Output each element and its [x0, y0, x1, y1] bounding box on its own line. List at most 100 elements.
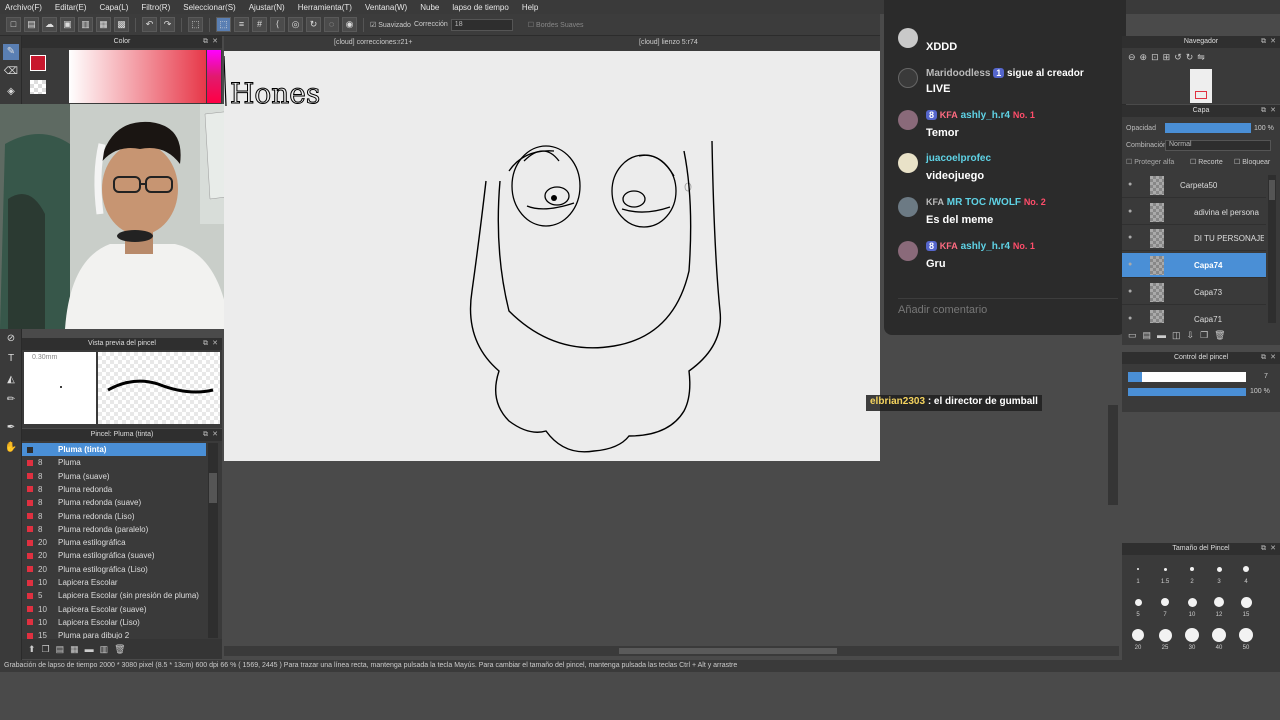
expand-icon[interactable]: ⧉ — [203, 338, 208, 350]
ruler-icon[interactable]: ≡ — [234, 17, 249, 32]
opacity-slider[interactable] — [1165, 123, 1251, 133]
layer-folder[interactable]: ● Carpeta50 — [1122, 173, 1266, 198]
open-file-icon[interactable]: ▤ — [24, 17, 39, 32]
chat-username[interactable]: ashly_h.r4 — [961, 241, 1010, 252]
brush-size-slider[interactable] — [1128, 372, 1246, 382]
visibility-icon[interactable]: ● — [1128, 261, 1132, 268]
folder-icon[interactable]: ▬ — [85, 644, 94, 654]
copy-brush-icon[interactable]: ❐ — [42, 644, 50, 655]
brush-list-item[interactable]: 8 Pluma (suave) — [22, 470, 206, 483]
scrollbar-thumb[interactable] — [209, 473, 217, 503]
brush-list-item[interactable]: Pluma (tinta) — [22, 443, 206, 456]
chat-username[interactable]: ashly_h.r4 — [961, 110, 1010, 121]
pen-tool-icon[interactable]: ✒ — [3, 420, 19, 436]
smoothing-checkbox[interactable]: ☑ Suavizado — [370, 21, 411, 29]
close-icon[interactable]: ✕ — [212, 429, 218, 441]
text-tool-icon[interactable]: T — [3, 351, 19, 367]
layer-row[interactable]: ● adivina el persona — [1122, 200, 1266, 225]
redo-icon[interactable]: ↷ — [160, 17, 175, 32]
close-icon[interactable]: ✕ — [212, 338, 218, 350]
grid-icon[interactable]: ▩ — [114, 17, 129, 32]
fill-tool-icon[interactable]: ◈ — [3, 84, 19, 100]
menu-item[interactable]: Seleccionar(S) — [183, 3, 235, 12]
chat-username[interactable]: Maridoodless — [926, 68, 990, 79]
tab-lienzo[interactable]: [cloud] lienzo 5:r74 — [639, 39, 698, 46]
brush-list-item[interactable]: 20 Pluma estilográfica (Liso) — [22, 563, 206, 576]
rotate-left-icon[interactable]: ↺ — [1174, 52, 1182, 63]
drawing-canvas[interactable]: Hones — [224, 51, 880, 461]
layer-row[interactable]: ● DI TU PERSONAJE — [1122, 226, 1266, 252]
tab-correcciones[interactable]: [cloud] correcciones:r21+ — [334, 39, 412, 46]
perspective-icon[interactable]: ⟨ — [270, 17, 285, 32]
main-color-swatch[interactable] — [30, 55, 46, 71]
eraser-tool-icon[interactable]: ⌫ — [3, 64, 19, 80]
print-icon[interactable]: ▥ — [78, 17, 93, 32]
brush-list-scrollbar[interactable] — [208, 443, 218, 638]
canvas-vertical-scrollbar[interactable] — [1108, 405, 1118, 505]
brush-list-item[interactable]: 8 Pluma redonda (paralelo) — [22, 523, 206, 536]
brush-list-item[interactable]: 20 Pluma estilográfica (suave) — [22, 549, 206, 562]
layer-row[interactable]: ● Capa71 — [1122, 307, 1266, 323]
brush-size-option[interactable]: 15 — [1234, 590, 1258, 622]
close-icon[interactable]: ✕ — [1270, 36, 1276, 48]
menu-item[interactable]: Ventana(W) — [365, 3, 407, 12]
menu-item[interactable]: Herramienta(T) — [298, 3, 352, 12]
merge-icon[interactable]: ⇩ — [1187, 330, 1195, 341]
protect-alpha-checkbox[interactable]: ☐ Proteger alfa — [1126, 158, 1174, 166]
hand-tool-icon[interactable]: ✋ — [3, 440, 19, 456]
brush-opacity-slider[interactable] — [1128, 388, 1246, 396]
menu-item[interactable]: Editar(E) — [55, 3, 87, 12]
layers-icon[interactable]: ▦ — [96, 17, 111, 32]
brush-size-option[interactable]: 12 — [1207, 590, 1231, 622]
brush-size-option[interactable]: 10 — [1180, 590, 1204, 622]
menu-item[interactable]: Ajustar(N) — [249, 3, 285, 12]
chat-comment-input[interactable]: Añadir comentario — [898, 298, 1118, 318]
close-icon[interactable]: ✕ — [1270, 105, 1276, 117]
new-brush-icon[interactable]: ▤ — [56, 644, 65, 655]
fit-icon[interactable]: ⊡ — [1151, 52, 1159, 63]
brush-settings-icon[interactable]: ⬆ — [28, 644, 36, 655]
expand-icon[interactable]: ⧉ — [203, 429, 208, 441]
menu-item[interactable]: Nube — [420, 3, 439, 12]
actual-size-icon[interactable]: ⊞ — [1163, 52, 1171, 63]
new-raster-layer-icon[interactable]: ▭ — [1128, 330, 1137, 341]
flip-icon[interactable]: ⇋ — [1197, 52, 1205, 63]
lock-checkbox[interactable]: ☐ Bloquear — [1234, 158, 1270, 166]
hue-slider[interactable] — [207, 50, 221, 103]
brush-list-item[interactable]: 5 Lapicera Escolar (sin presión de pluma) — [22, 589, 206, 602]
layer-row[interactable]: ● Capa73 — [1122, 280, 1266, 305]
color-picker-field[interactable] — [69, 50, 206, 103]
rotate-icon[interactable]: ↻ — [306, 17, 321, 32]
scrollbar-thumb[interactable] — [619, 648, 837, 654]
new-file-icon[interactable]: □ — [6, 17, 21, 32]
zoom-out-icon[interactable]: ⊖ — [1128, 52, 1136, 63]
rotate-right-icon[interactable]: ↻ — [1186, 52, 1194, 63]
visibility-icon[interactable]: ● — [1128, 181, 1132, 188]
brush-list-item[interactable]: 8 Pluma — [22, 456, 206, 469]
import-icon[interactable]: ▥ — [100, 644, 109, 655]
brush-list-item[interactable]: 8 Pluma redonda — [22, 483, 206, 496]
save-icon[interactable]: ▣ — [60, 17, 75, 32]
expand-icon[interactable]: ⧉ — [1261, 543, 1266, 555]
snap-icon[interactable]: ◌ — [324, 17, 339, 32]
brush-size-option[interactable]: 2 — [1180, 557, 1204, 589]
fill-bucket-icon[interactable]: ◭ — [3, 372, 19, 388]
pencil-tool-icon[interactable]: ✏ — [3, 392, 19, 408]
brush-size-option[interactable]: 1 — [1126, 557, 1150, 589]
cloud-icon[interactable]: ☁ — [42, 17, 57, 32]
blend-mode-select[interactable]: Normal — [1165, 140, 1271, 151]
brush-size-option[interactable]: 40 — [1207, 623, 1231, 655]
menu-item[interactable]: Capa(L) — [99, 3, 128, 12]
selection-icon[interactable]: ⬚ — [216, 17, 231, 32]
visibility-icon[interactable]: ● — [1128, 315, 1132, 322]
copy-layer-icon[interactable]: ❐ — [1200, 330, 1208, 341]
brush-menu-icon[interactable]: ▦ — [70, 644, 79, 655]
eyedropper-tool-icon[interactable]: ⊘ — [3, 331, 19, 347]
menu-item[interactable]: Archivo(F) — [5, 3, 42, 12]
brush-list-item[interactable]: 8 Pluma redonda (Liso) — [22, 510, 206, 523]
navigator-viewport[interactable] — [1195, 91, 1207, 99]
visibility-icon[interactable]: ● — [1128, 234, 1132, 241]
brush-size-option[interactable]: 50 — [1234, 623, 1258, 655]
pen-tool-icon[interactable]: ✎ — [3, 44, 19, 60]
brush-list-item[interactable]: 10 Lapicera Escolar (suave) — [22, 603, 206, 616]
